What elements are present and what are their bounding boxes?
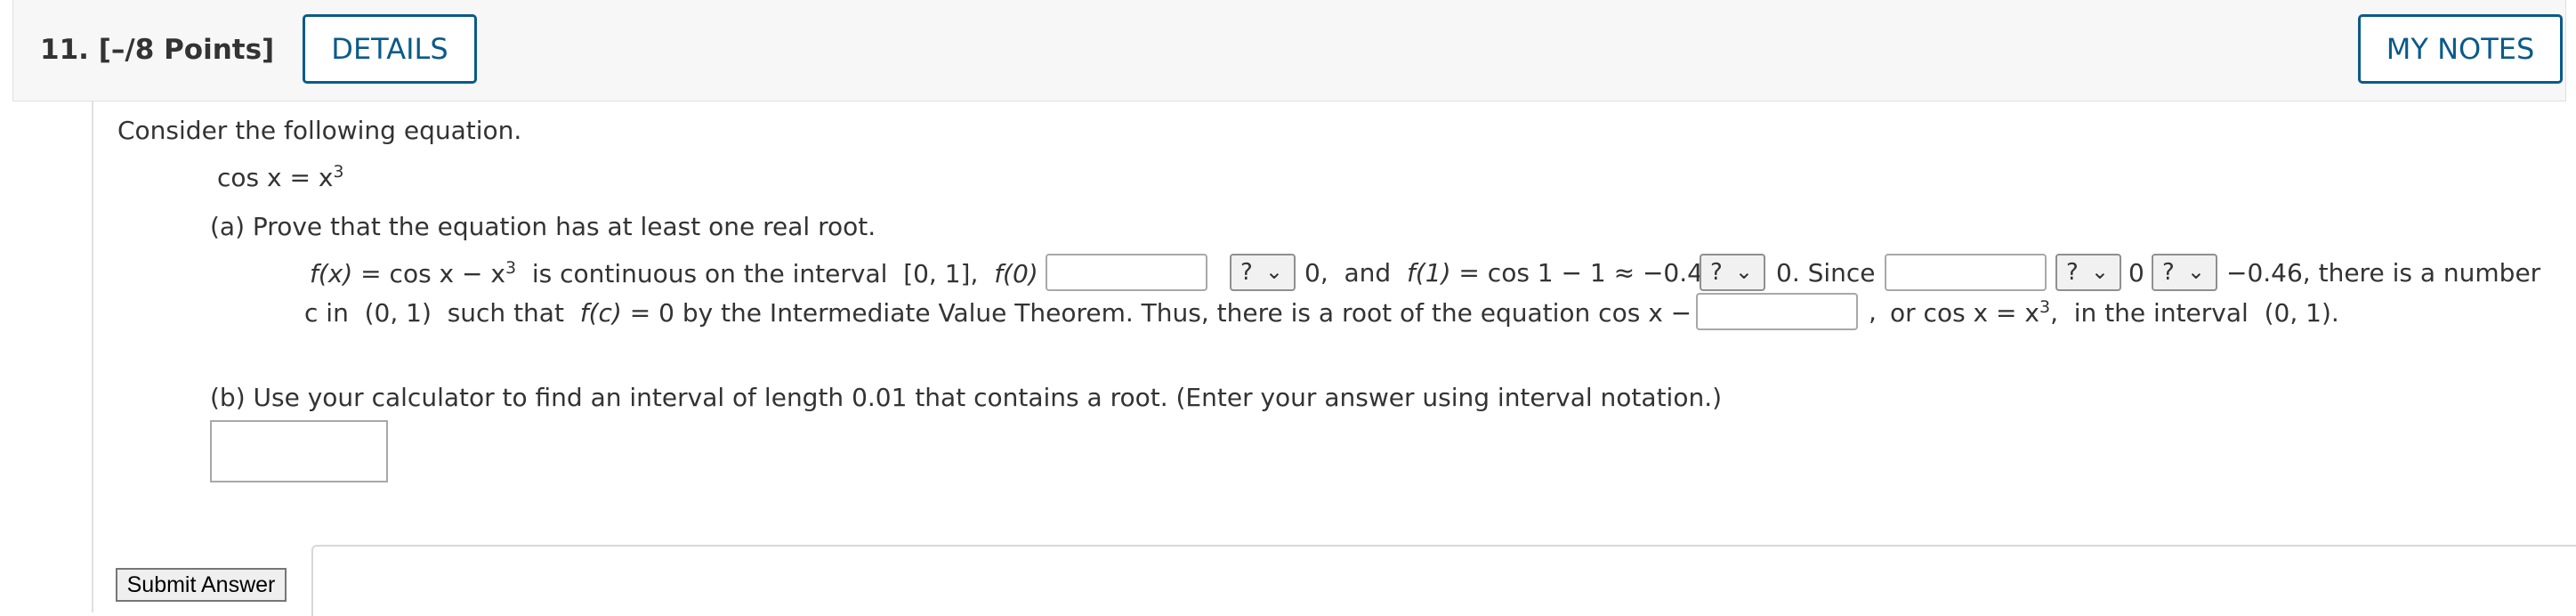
equation-exponent: 3 [333,162,344,182]
continuity-text: is continuous on the interval [0, 1], [516,259,995,288]
f1-value: = cos 1 − 1 ≈ −0.46 [1450,258,1719,288]
f0-input[interactable] [1046,254,1207,291]
select-4-value: ? [2162,259,2175,286]
line1-text-b: 0, and f(1) = cos 1 − 1 ≈ −0.46 [1304,258,1719,288]
or-text: or cos x = x [1890,298,2039,328]
line1-tail: −0.46, there is a number [2226,258,2541,288]
chevron-down-icon: ⌄ [2090,259,2109,284]
question-points: [–/8 Points] [98,34,275,66]
root-equation-input[interactable] [1696,293,1858,330]
since-input[interactable] [1885,254,2047,291]
zero-text: 0 [2128,258,2144,288]
my-notes-button[interactable]: MY NOTES [2358,14,2563,84]
interval-text: , in the interval (0, 1). [2050,298,2339,328]
select-2-value: ? [1710,259,1723,286]
question-title: 11. [–/8 Points] [40,34,274,66]
fc-label: f(c) [579,298,622,328]
fc-zero-text: = 0 by the Intermediate Value Theorem. T… [621,298,1715,328]
details-button[interactable]: DETAILS [303,14,477,84]
equation-text: cos x = x [217,163,334,192]
zero-and-text: 0, and [1304,258,1407,288]
question-header: 11. [–/8 Points] DETAILS MY NOTES [12,0,2566,101]
content-left-border [92,101,93,612]
f1-label: f(1) [1407,258,1451,288]
chevron-down-icon: ⌄ [2186,259,2205,284]
c-in-text: c in (0, 1) such that [304,298,580,328]
or-exponent: 3 [2039,297,2051,317]
line2-text-b: or cos x = x3, in the interval (0, 1). [1890,297,2339,328]
line2-comma: , [1869,297,1877,327]
chevron-down-icon: ⌄ [1264,259,1283,284]
part-b-prompt: (b) Use your calculator to find an inter… [210,383,1723,412]
select-1[interactable]: ? ⌄ [1230,254,1296,291]
select-1-value: ? [1240,259,1253,286]
interval-answer-input[interactable] [210,420,388,482]
chevron-down-icon: ⌄ [1734,259,1753,284]
select-4[interactable]: ? ⌄ [2152,254,2217,291]
question-number: 11. [40,34,89,66]
fx-exponent: 3 [505,258,517,278]
bottom-frame [311,545,2576,616]
part-a-prompt: (a) Prove that the equation has at least… [210,212,876,241]
question-intro: Consider the following equation. [117,116,522,145]
select-2[interactable]: ? ⌄ [1700,254,1765,291]
select-3-value: ? [2066,259,2079,286]
fx-label: f(x) [310,259,353,288]
zero-since-text: 0. Since [1776,258,1876,288]
equation: cos x = x3 [217,162,344,192]
fx-definition: = cos x − x [352,259,505,288]
submit-answer-button[interactable]: Submit Answer [116,568,287,602]
line2-text-a: c in (0, 1) such that f(c) = 0 by the In… [304,297,1754,328]
line1-text-a: f(x) = cos x − x3 is continuous on the i… [310,258,1067,288]
f0-label: f(0) [994,259,1038,288]
select-3[interactable]: ? ⌄ [2055,254,2121,291]
